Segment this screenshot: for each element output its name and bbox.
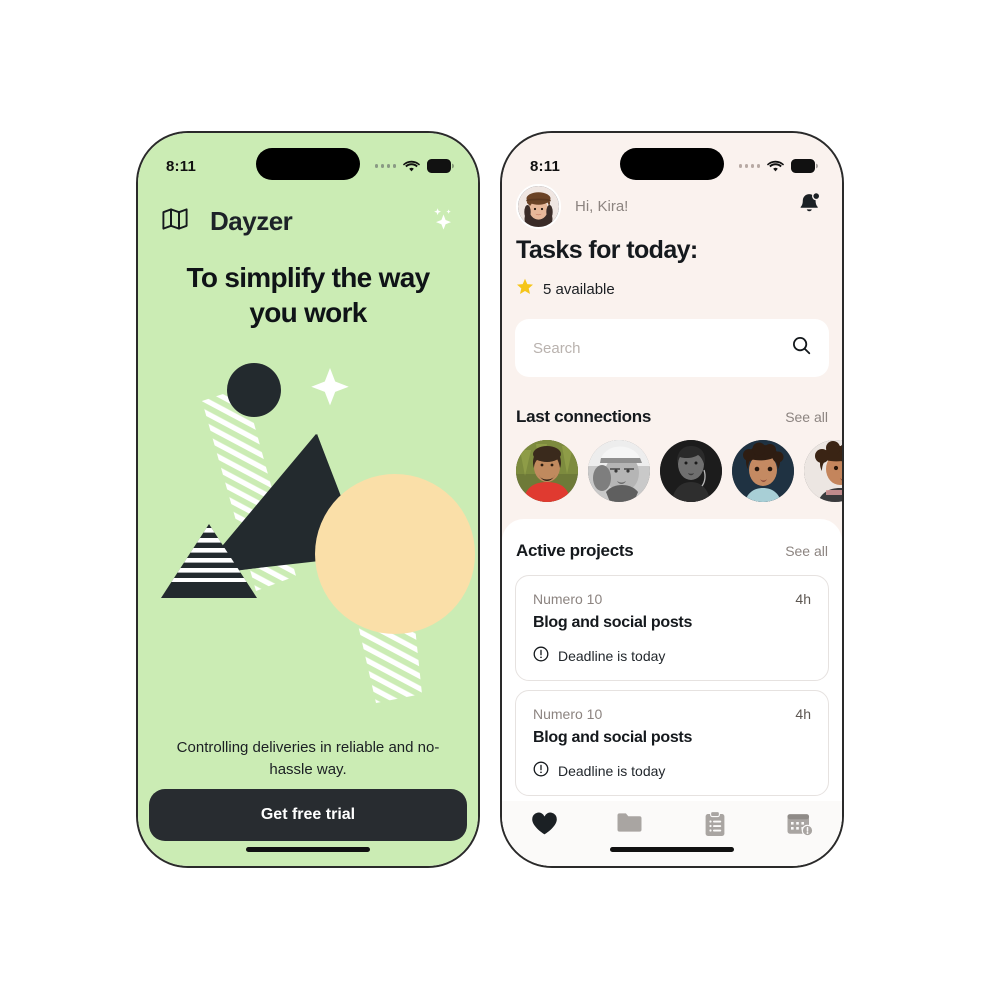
tasks-available-row: 5 available [516, 278, 615, 300]
star-icon [516, 278, 534, 300]
bottom-navigation-bar [502, 801, 842, 866]
app-brand-title: Dayzer [210, 205, 293, 236]
battery-icon [427, 159, 454, 173]
user-avatar[interactable] [516, 183, 561, 229]
greeting-text: Hi, Kira! [575, 197, 629, 215]
project-deadline-label: Deadline is today [558, 762, 666, 779]
connection-avatar-2[interactable] [588, 440, 650, 502]
tab-files[interactable] [587, 811, 672, 839]
abstract-geometric-illustration [144, 358, 476, 703]
connection-avatar-1[interactable] [516, 440, 578, 502]
see-all-connections-link[interactable]: See all [785, 409, 828, 425]
connections-avatar-strip[interactable] [516, 440, 842, 502]
status-indicators [738, 159, 819, 173]
screenshot-canvas: 8:11 Dayzer To simplify the way you work… [0, 0, 1000, 1000]
project-hours: 4h [795, 591, 811, 607]
calendar-alert-icon[interactable] [786, 811, 814, 842]
table-row[interactable]: Numero 10 4h Blog and social posts Deadl… [515, 575, 829, 681]
project-deadline: Deadline is today [533, 761, 811, 780]
clipboard-icon[interactable] [704, 811, 726, 842]
connection-avatar-5[interactable] [804, 440, 842, 502]
search-input[interactable] [533, 339, 792, 357]
connection-avatar-4[interactable] [732, 440, 794, 502]
status-indicators [374, 159, 455, 173]
card-header: Numero 10 4h [533, 591, 811, 607]
card-header: Numero 10 4h [533, 706, 811, 722]
wifi-icon [767, 160, 784, 173]
search-icon[interactable] [792, 336, 811, 360]
folder-icon[interactable] [616, 811, 643, 839]
page-subtext: Controlling deliveries in reliable and n… [176, 739, 440, 778]
phone-mockup-onboarding: 8:11 Dayzer To simplify the way you work… [136, 131, 480, 868]
tab-tasks[interactable] [672, 811, 757, 842]
project-deadline: Deadline is today [533, 646, 811, 665]
app-header: Dayzer [138, 201, 478, 241]
signal-dots-icon [374, 164, 396, 168]
sparkles-icon [428, 206, 454, 237]
project-title: Blog and social posts [533, 614, 693, 631]
page-title: To simplify the way you work [186, 262, 431, 328]
status-time: 8:11 [166, 157, 196, 175]
map-icon[interactable] [162, 207, 188, 235]
phone-mockup-dashboard: 8:11 Hi, Kira! Tasks for today: 5 availa… [500, 131, 844, 868]
connection-avatar-3[interactable] [660, 440, 722, 502]
project-hours: 4h [795, 706, 811, 722]
section-title: Active projects [516, 541, 634, 560]
project-deadline-label: Deadline is today [558, 647, 666, 664]
signal-dots-icon [738, 164, 760, 168]
phone-screen-left: 8:11 Dayzer To simplify the way you work… [138, 133, 478, 866]
table-row[interactable]: Numero 10 4h Blog and social posts Deadl… [515, 690, 829, 796]
dynamic-island [620, 148, 724, 180]
page-title: Tasks for today: [516, 236, 698, 264]
bell-notification-icon[interactable] [797, 191, 822, 221]
greeting-row: Hi, Kira! [516, 178, 828, 234]
project-client: Numero 10 [533, 706, 603, 722]
get-free-trial-button[interactable]: Get free trial [149, 789, 467, 841]
tasks-available-label: 5 available [543, 280, 615, 298]
heart-icon[interactable] [531, 811, 558, 841]
wifi-icon [403, 160, 420, 173]
project-card-list: Numero 10 4h Blog and social posts Deadl… [515, 575, 829, 805]
battery-icon [791, 159, 818, 173]
home-indicator [610, 847, 734, 852]
exclamation-circle-icon [533, 646, 549, 665]
project-title: Blog and social posts [533, 729, 693, 746]
home-indicator [246, 847, 370, 852]
tab-favorites[interactable] [502, 811, 587, 841]
dynamic-island [256, 148, 360, 180]
see-all-projects-link[interactable]: See all [785, 543, 828, 559]
exclamation-circle-icon [533, 761, 549, 780]
search-bar[interactable] [515, 319, 829, 377]
project-client: Numero 10 [533, 591, 603, 607]
tab-calendar[interactable] [757, 811, 842, 842]
active-projects-header: Active projects See all [516, 541, 828, 561]
phone-screen-right: 8:11 Hi, Kira! Tasks for today: 5 availa… [502, 133, 842, 866]
last-connections-header: Last connections See all [516, 407, 828, 427]
section-title: Last connections [516, 407, 652, 426]
status-time: 8:11 [530, 157, 560, 175]
